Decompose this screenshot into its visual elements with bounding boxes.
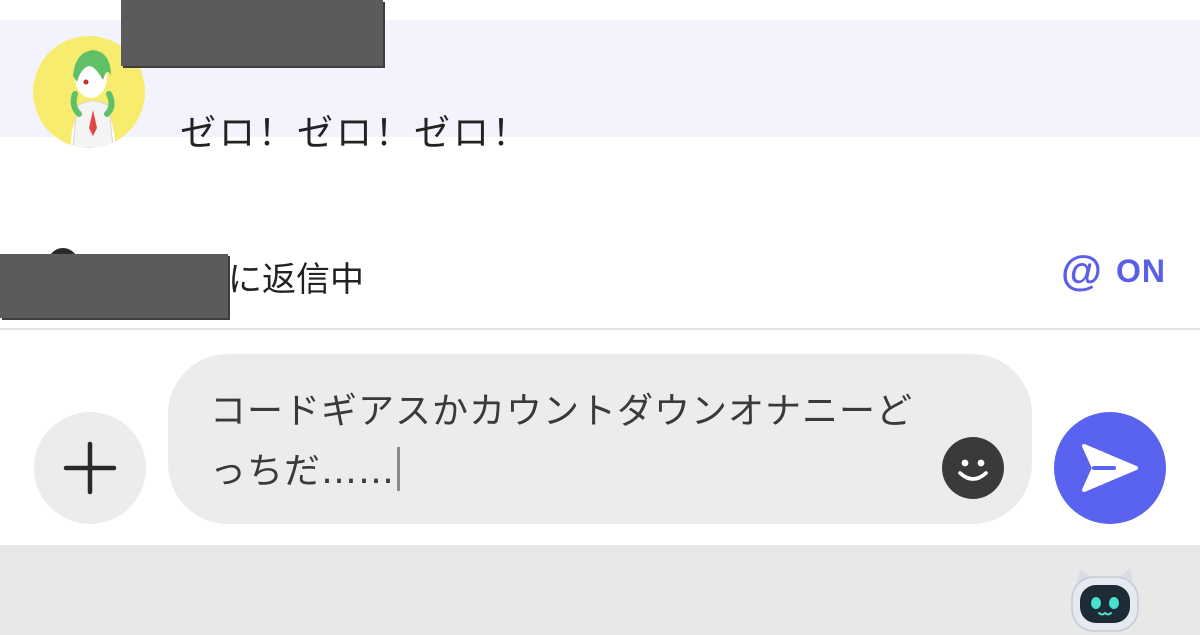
composer: コードギアスかカウントダウンオナニーどっちだ…… bbox=[0, 330, 1200, 545]
bottom-panel bbox=[0, 545, 1200, 635]
smiley-icon bbox=[958, 459, 988, 481]
mention-state-label: ON bbox=[1116, 252, 1166, 289]
redacted-sender-name bbox=[121, 0, 383, 66]
cat-bot-icon[interactable] bbox=[1068, 567, 1142, 633]
send-button[interactable] bbox=[1054, 412, 1166, 524]
reply-bar: に返信中 @ ON bbox=[0, 236, 1200, 330]
at-icon: @ bbox=[1061, 247, 1102, 294]
chat-screen: ゼロ！ゼロ！ゼロ！ に返信中 @ ON コードギアスかカウントダウンオナニーどっ… bbox=[0, 0, 1200, 635]
replying-label: に返信中 bbox=[228, 260, 364, 300]
emoji-button[interactable] bbox=[942, 437, 1004, 499]
mention-toggle[interactable]: @ ON bbox=[1061, 250, 1166, 292]
redacted-reply-target bbox=[0, 254, 228, 318]
message-input[interactable]: コードギアスかカウントダウンオナニーどっちだ…… bbox=[168, 354, 1032, 524]
paper-plane-icon bbox=[1082, 444, 1138, 492]
text-caret bbox=[397, 447, 401, 491]
add-button[interactable] bbox=[34, 412, 146, 524]
message-text: ゼロ！ゼロ！ゼロ！ bbox=[180, 113, 532, 154]
plus-icon bbox=[63, 441, 117, 495]
message-input-value: コードギアスかカウントダウンオナニーどっちだ…… bbox=[210, 391, 914, 492]
